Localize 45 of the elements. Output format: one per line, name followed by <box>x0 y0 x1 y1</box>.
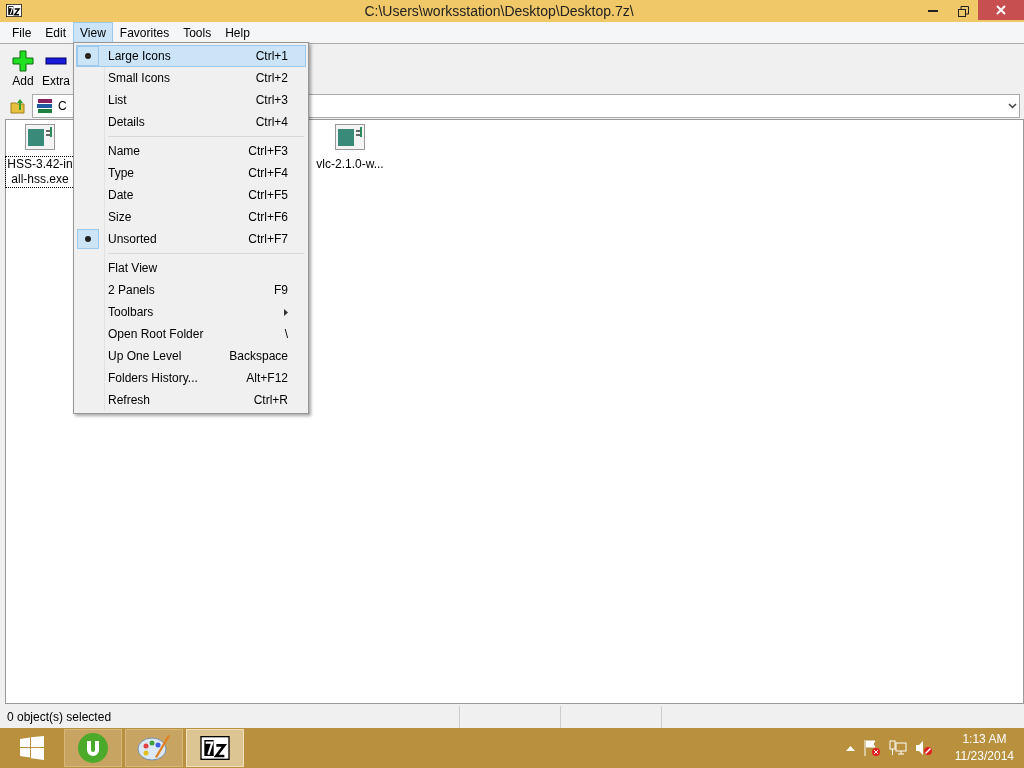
menu-item[interactable]: Small Icons Ctrl+2 <box>76 67 306 89</box>
speaker-muted-icon[interactable] <box>914 740 933 756</box>
menu-item[interactable]: Open Root Folder \ <box>76 323 306 345</box>
menu-item[interactable]: Unsorted Ctrl+F7 <box>76 228 306 250</box>
menu-item[interactable]: Large Icons Ctrl+1 <box>76 45 306 67</box>
taskbar-button[interactable] <box>186 729 244 767</box>
menu-item[interactable]: Type Ctrl+F4 <box>76 162 306 184</box>
file-icon[interactable] <box>335 124 365 150</box>
palette-icon <box>137 733 171 763</box>
dropdown-icon[interactable] <box>1008 103 1017 109</box>
flag-icon[interactable] <box>862 739 881 757</box>
archive-icon <box>6 4 22 17</box>
menu-item[interactable]: View <box>73 22 113 43</box>
close-button[interactable] <box>978 0 1024 20</box>
toolbar-button[interactable]: Add <box>11 44 35 93</box>
plus-icon <box>12 50 34 72</box>
network-icon[interactable] <box>888 740 907 756</box>
menu-item[interactable]: Edit <box>38 22 74 43</box>
torrent-icon <box>77 732 109 764</box>
menu-item[interactable]: Flat View <box>76 257 306 279</box>
menu-item[interactable]: Name Ctrl+F3 <box>76 140 306 162</box>
caret-up-icon[interactable] <box>845 745 855 751</box>
menu-item[interactable]: Up One Level Backspace <box>76 345 306 367</box>
books-icon <box>36 97 54 115</box>
folder-up-icon[interactable] <box>10 98 26 114</box>
restore-icon <box>957 5 969 17</box>
menu-item[interactable]: Toolbars <box>76 301 306 323</box>
toolbar-button[interactable]: Extra <box>41 44 71 93</box>
file-icon[interactable] <box>25 124 55 150</box>
menu-item[interactable]: Favorites <box>112 22 177 43</box>
file-name[interactable]: vlc-2.1.0-w... <box>314 156 386 173</box>
menu-item[interactable]: Size Ctrl+F6 <box>76 206 306 228</box>
menu-item[interactable]: 2 Panels F9 <box>76 279 306 301</box>
menu-item[interactable]: Refresh Ctrl+R <box>76 389 306 411</box>
close-icon <box>996 5 1006 15</box>
menu-item[interactable]: Folders History... Alt+F12 <box>76 367 306 389</box>
menu-item[interactable]: Tools <box>176 22 219 43</box>
windows-icon <box>20 736 44 760</box>
menu-item[interactable]: Help <box>218 22 257 43</box>
menu-item[interactable]: Date Ctrl+F5 <box>76 184 306 206</box>
archive-icon <box>200 736 230 760</box>
menu-item[interactable]: File <box>5 22 39 43</box>
minimize-icon <box>928 9 938 13</box>
window-title: C:\Users\worksstation\Desktop\Desktop.7z\ <box>363 3 634 19</box>
submenu-arrow-icon <box>284 309 288 316</box>
